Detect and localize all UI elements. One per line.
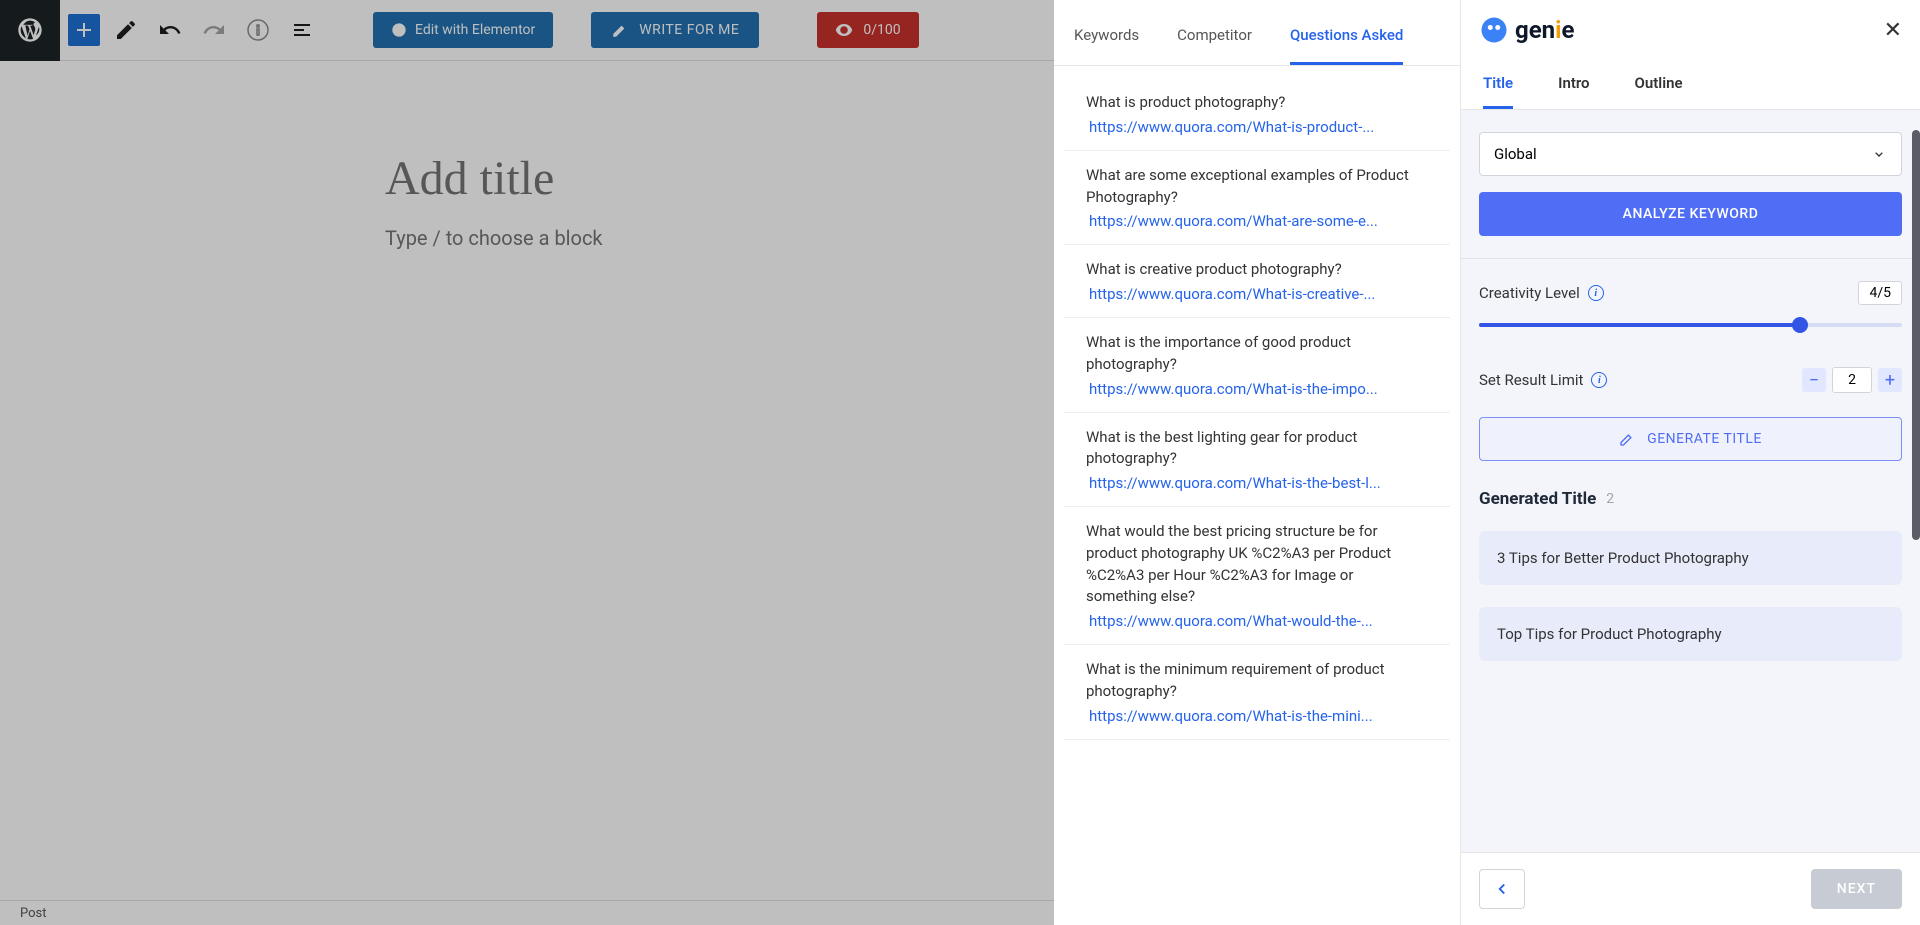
question-text: What are some exceptional examples of Pr… — [1086, 165, 1428, 209]
write-label: WRITE FOR ME — [639, 22, 739, 38]
slider-thumb[interactable] — [1792, 317, 1808, 333]
question-link[interactable]: https://www.quora.com/What-is-the-best-l… — [1086, 474, 1428, 492]
back-button[interactable] — [1479, 869, 1525, 909]
wordpress-logo[interactable] — [0, 0, 60, 61]
question-item[interactable]: What is the best lighting gear for produ… — [1064, 413, 1450, 508]
question-text: What is the best lighting gear for produ… — [1086, 427, 1428, 471]
chevron-down-icon — [1871, 146, 1887, 162]
info-icon[interactable]: i — [1588, 285, 1604, 301]
info-icon[interactable] — [240, 12, 276, 48]
region-value: Global — [1494, 145, 1537, 163]
generated-title-card[interactable]: Top Tips for Product Photography — [1479, 607, 1902, 661]
close-panel-button[interactable]: ✕ — [1884, 18, 1902, 43]
write-for-me-button[interactable]: WRITE FOR ME — [591, 12, 759, 48]
divider — [1461, 258, 1920, 259]
result-limit-label: Set Result Limit i — [1479, 371, 1607, 389]
genie-mascot-icon — [1479, 15, 1509, 45]
tab-keywords[interactable]: Keywords — [1074, 26, 1139, 65]
genie-header: genie ✕ — [1461, 0, 1920, 60]
genie-tabs: Title Intro Outline — [1461, 60, 1920, 110]
info-icon[interactable]: i — [1591, 372, 1607, 388]
creativity-row: Creativity Level i 4/5 — [1479, 281, 1902, 305]
question-link[interactable]: https://www.quora.com/What-is-product-..… — [1086, 118, 1428, 136]
generated-title-heading: Generated Title 2 — [1479, 489, 1902, 509]
region-select[interactable]: Global — [1479, 132, 1902, 176]
question-text: What is creative product photography? — [1086, 259, 1428, 281]
generated-title-card[interactable]: 3 Tips for Better Product Photography — [1479, 531, 1902, 585]
decrease-button[interactable]: − — [1802, 368, 1826, 392]
question-item[interactable]: What is product photography? https://www.… — [1064, 78, 1450, 151]
edit-elementor-button[interactable]: Edit with Elementor — [373, 12, 553, 48]
question-text: What is product photography? — [1086, 92, 1428, 114]
generate-title-button[interactable]: GENERATE TITLE — [1479, 417, 1902, 461]
tab-title[interactable]: Title — [1483, 60, 1513, 109]
question-text: What would the best pricing structure be… — [1086, 521, 1428, 608]
question-item[interactable]: What is the importance of good product p… — [1064, 318, 1450, 413]
question-link[interactable]: https://www.quora.com/What-is-the-mini..… — [1086, 707, 1428, 725]
analyze-keyword-button[interactable]: ANALYZE KEYWORD — [1479, 192, 1902, 236]
edit-icon[interactable] — [108, 12, 144, 48]
seo-score-button[interactable]: 0/100 — [817, 12, 918, 48]
research-tabs: Keywords Competitor Questions Asked — [1054, 0, 1460, 66]
tab-outline[interactable]: Outline — [1635, 60, 1683, 109]
creativity-slider[interactable] — [1479, 323, 1902, 327]
chevron-left-icon — [1493, 880, 1511, 898]
creativity-label: Creativity Level i — [1479, 284, 1604, 302]
question-link[interactable]: https://www.quora.com/What-would-the-... — [1086, 612, 1428, 630]
question-item[interactable]: What is the minimum requirement of produ… — [1064, 645, 1450, 740]
generated-count: 2 — [1606, 491, 1614, 507]
next-button: NEXT — [1811, 869, 1902, 909]
question-text: What is the importance of good product p… — [1086, 332, 1428, 376]
result-limit-stepper: − 2 + — [1802, 367, 1902, 393]
elementor-label: Edit with Elementor — [415, 22, 535, 38]
add-block-button[interactable] — [68, 14, 100, 46]
tab-intro[interactable]: Intro — [1558, 60, 1589, 109]
question-link[interactable]: https://www.quora.com/What-is-creative-.… — [1086, 285, 1428, 303]
result-limit-row: Set Result Limit i − 2 + — [1479, 367, 1902, 393]
generated-results: 3 Tips for Better Product Photography Top… — [1479, 531, 1902, 661]
genie-panel: genie ✕ Title Intro Outline Global ANALY… — [1461, 0, 1920, 925]
pencil-icon — [1619, 431, 1635, 447]
tab-competitor[interactable]: Competitor — [1177, 26, 1252, 65]
tab-questions-asked[interactable]: Questions Asked — [1290, 26, 1403, 65]
post-type-label: Post — [20, 906, 47, 921]
list-view-icon[interactable] — [284, 12, 320, 48]
score-label: 0/100 — [863, 22, 900, 38]
redo-button[interactable] — [196, 12, 232, 48]
undo-button[interactable] — [152, 12, 188, 48]
limit-value: 2 — [1832, 367, 1872, 393]
question-link[interactable]: https://www.quora.com/What-are-some-e... — [1086, 212, 1428, 230]
question-text: What is the minimum requirement of produ… — [1086, 659, 1428, 703]
research-panel: Keywords Competitor Questions Asked What… — [1054, 0, 1461, 925]
question-item[interactable]: What are some exceptional examples of Pr… — [1064, 151, 1450, 246]
question-item[interactable]: What would the best pricing structure be… — [1064, 507, 1450, 645]
scrollbar-thumb[interactable] — [1912, 130, 1920, 540]
genie-logo: genie — [1479, 15, 1574, 45]
genie-footer: NEXT — [1461, 852, 1920, 925]
questions-list[interactable]: What is product photography? https://www.… — [1054, 66, 1460, 925]
question-item[interactable]: What is creative product photography? htt… — [1064, 245, 1450, 318]
question-link[interactable]: https://www.quora.com/What-is-the-impo..… — [1086, 380, 1428, 398]
increase-button[interactable]: + — [1878, 368, 1902, 392]
slider-fill — [1479, 323, 1800, 327]
genie-body: Global ANALYZE KEYWORD Creativity Level … — [1461, 110, 1920, 852]
creativity-value: 4/5 — [1858, 281, 1902, 305]
